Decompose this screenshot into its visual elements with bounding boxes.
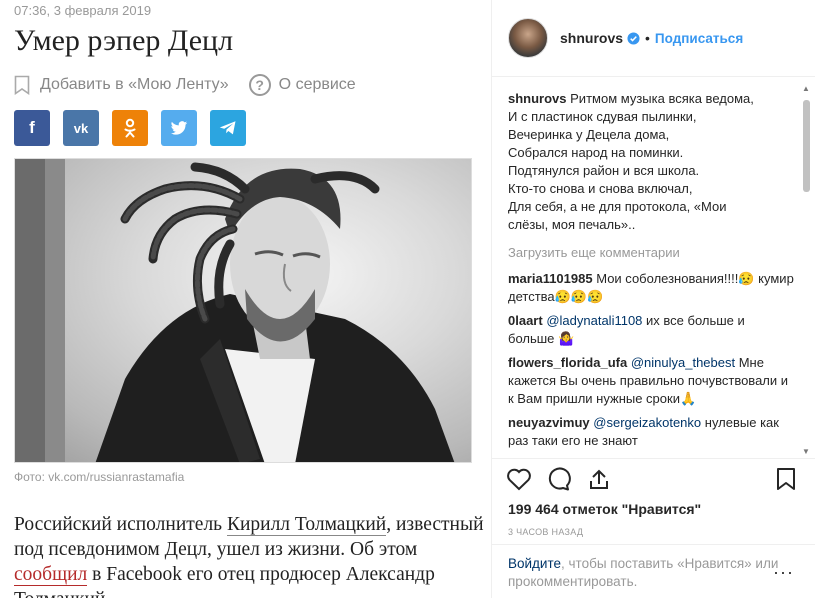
share-vk-button[interactable]: vk (63, 110, 99, 146)
comment-icon[interactable] (546, 467, 572, 491)
caption-line: Собрался народ на поминки. (508, 145, 684, 160)
caption-line: Подтянулся район и вся школа. (508, 163, 700, 178)
login-prompt: Войдите, чтобы поставить «Нравится» или … (492, 544, 815, 598)
share-buttons: f vk (14, 110, 259, 146)
more-options-icon[interactable]: ··· (773, 563, 794, 581)
caption-username[interactable]: shnurovs (508, 91, 567, 106)
share-twitter-button[interactable] (161, 110, 197, 146)
scroll-up-icon[interactable]: ▲ (802, 84, 810, 93)
caption-line: Для себя, а не для протокола, «Мои (508, 199, 727, 214)
caption: shnurovs Ритмом музыка всяка ведома, И с… (508, 90, 794, 234)
login-link[interactable]: Войдите (508, 556, 561, 571)
portrait-illustration (15, 159, 455, 462)
verified-icon (627, 31, 640, 45)
vk-icon: vk (73, 120, 89, 136)
load-more-comments[interactable]: Загрузить еще комментарии (508, 244, 794, 262)
heart-icon[interactable] (506, 467, 532, 491)
action-icons (506, 467, 626, 491)
comment-username[interactable]: 0laart (508, 313, 543, 328)
article-title: Умер рэпер Децл (14, 24, 234, 57)
article-body: Российский исполнитель Кирилл Толмацкий,… (14, 512, 484, 598)
comment-mention[interactable]: @ninulya_thebest (631, 355, 735, 370)
caption-line: И с пластинок сдувая пылинки, (508, 109, 697, 124)
article-photo (14, 158, 472, 463)
comments-scrollbar[interactable]: ▲ ▼ (800, 82, 812, 458)
add-to-feed-link[interactable]: Добавить в «Мою Ленту» (40, 76, 229, 94)
article-timestamp: 07:36, 3 февраля 2019 (14, 3, 152, 18)
facebook-icon: f (29, 118, 35, 137)
follow-button[interactable]: Подписаться (655, 31, 743, 46)
caption-line: Кто-то снова и снова включал, (508, 181, 693, 196)
share-icon[interactable] (586, 467, 612, 491)
comment-item: maria1101985 Мои соболезнования!!!!😥 кум… (508, 270, 794, 306)
comments-list: shnurovs Ритмом музыка всяка ведома, И с… (508, 90, 794, 456)
caption-line: слёзы, моя печаль».. (508, 217, 636, 232)
likes-count[interactable]: 199 464 отметок "Нравится" (508, 501, 701, 517)
source-link[interactable]: сообщил (14, 564, 88, 586)
twitter-icon (170, 120, 188, 135)
news-article: 07:36, 3 февраля 2019 Умер рэпер Децл До… (0, 0, 490, 598)
separator-dot: • (645, 30, 650, 46)
photo-credit: Фото: vk.com/russianrastamafia (14, 470, 185, 484)
caption-line: shnurovs Ритмом музыка всяка ведома, (508, 91, 754, 106)
instagram-embed: shnurovs • Подписаться shnurovs Ритмом м… (491, 0, 815, 598)
body-text-1: Российский исполнитель (14, 514, 227, 535)
share-telegram-button[interactable] (210, 110, 246, 146)
scrollbar-thumb[interactable] (803, 100, 810, 192)
avatar[interactable] (508, 18, 548, 58)
comment-username[interactable]: flowers_florida_ufa (508, 355, 627, 370)
bookmark-save-icon[interactable] (776, 467, 796, 491)
comment-item: neuyazvimuy @sergeizakotenko нулевые как… (508, 414, 794, 450)
article-actions: Добавить в «Мою Ленту» ? О сервисе (14, 74, 356, 96)
username-link[interactable]: shnurovs (560, 30, 623, 46)
comment-username[interactable]: maria1101985 (508, 271, 593, 286)
comment-item: flowers_florida_ufa @ninulya_thebest Мне… (508, 354, 794, 408)
comment-mention[interactable]: @ladynatali1108 (546, 313, 642, 328)
telegram-icon (219, 121, 236, 135)
share-odnoklassniki-button[interactable] (112, 110, 148, 146)
bookmark-icon[interactable] (14, 75, 30, 95)
share-facebook-button[interactable]: f (14, 110, 50, 146)
person-link[interactable]: Кирилл Толмацкий (226, 514, 387, 536)
comment-username[interactable]: neuyazvimuy (508, 415, 590, 430)
comment-item: 0laart @ladynatali1108 их все больше и б… (508, 312, 794, 348)
about-service-link[interactable]: О сервисе (279, 76, 356, 94)
comment-mention[interactable]: @sergeizakotenko (593, 415, 701, 430)
instagram-header: shnurovs • Подписаться (492, 0, 815, 77)
scroll-down-icon[interactable]: ▼ (802, 447, 810, 456)
odnoklassniki-icon (124, 118, 136, 138)
caption-line: Вечеринка у Децела дома, (508, 127, 670, 142)
post-time: 3 часов назад (508, 527, 584, 537)
question-icon[interactable]: ? (248, 74, 271, 96)
